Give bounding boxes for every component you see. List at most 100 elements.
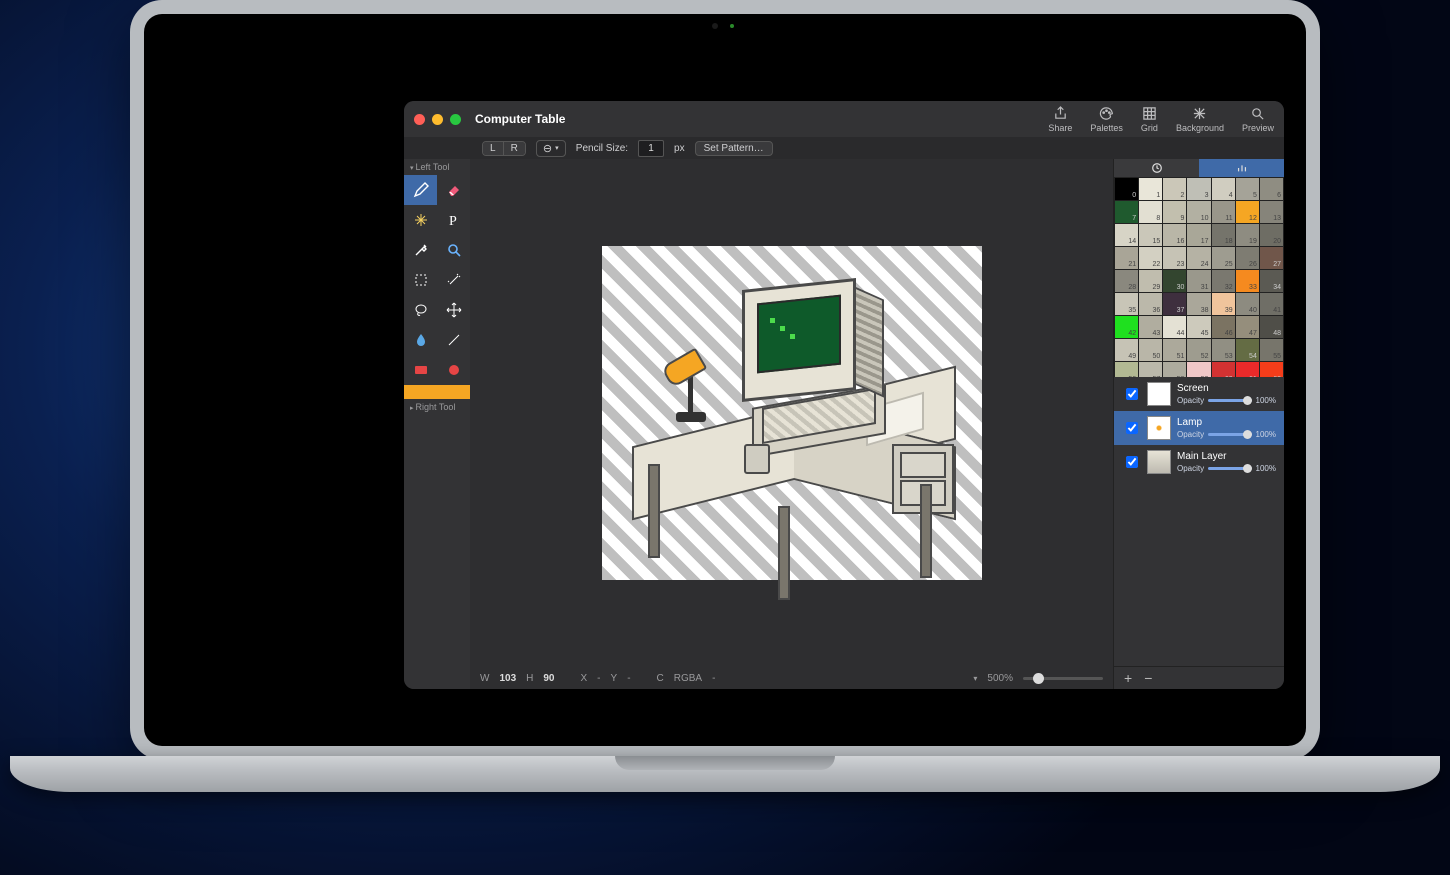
palette-swatch-20[interactable]: 20 <box>1260 224 1283 246</box>
palette-swatch-29[interactable]: 29 <box>1139 270 1162 292</box>
palette-swatch-33[interactable]: 33 <box>1236 270 1259 292</box>
opacity-slider[interactable] <box>1208 467 1251 470</box>
blur-tool[interactable] <box>404 325 437 355</box>
ellipse-tool[interactable] <box>437 355 470 385</box>
zoom-caret-icon[interactable]: ▾ <box>973 674 977 683</box>
palette-swatch-41[interactable]: 41 <box>1260 293 1283 315</box>
zoom-value[interactable]: 500% <box>987 673 1013 684</box>
palette-swatch-28[interactable]: 28 <box>1115 270 1138 292</box>
grid-button[interactable]: Grid <box>1141 106 1158 133</box>
share-button[interactable]: Share <box>1048 106 1072 133</box>
palette-swatch-31[interactable]: 31 <box>1187 270 1210 292</box>
palette-swatch-10[interactable]: 10 <box>1187 201 1210 223</box>
active-color-swatch[interactable] <box>404 385 470 399</box>
palette-swatch-30[interactable]: 30 <box>1163 270 1186 292</box>
palette-swatch-16[interactable]: 16 <box>1163 224 1186 246</box>
eyedropper-tool[interactable] <box>404 235 437 265</box>
palette-swatch-39[interactable]: 39 <box>1212 293 1235 315</box>
zoom-slider[interactable] <box>1023 677 1103 680</box>
layer-visibility-checkbox[interactable] <box>1126 422 1138 434</box>
palette-swatch-12[interactable]: 12 <box>1236 201 1259 223</box>
layer-row-1[interactable]: LampOpacity100% <box>1114 411 1284 445</box>
artboard[interactable] <box>602 246 982 580</box>
palette-swatch-58[interactable]: 58 <box>1163 362 1186 377</box>
palette-swatch-21[interactable]: 21 <box>1115 247 1138 269</box>
pencil-size-input[interactable] <box>638 140 664 157</box>
text-tool[interactable]: P <box>437 205 470 235</box>
palette-swatch-50[interactable]: 50 <box>1139 339 1162 361</box>
palette-swatch-3[interactable]: 3 <box>1187 178 1210 200</box>
palette-swatch-62[interactable]: 62 <box>1260 362 1283 377</box>
palette-swatch-8[interactable]: 8 <box>1139 201 1162 223</box>
tab-frequency[interactable] <box>1199 159 1284 177</box>
fullscreen-button[interactable] <box>450 114 461 125</box>
rect-tool[interactable] <box>404 355 437 385</box>
palette-swatch-45[interactable]: 45 <box>1187 316 1210 338</box>
palette-swatch-46[interactable]: 46 <box>1212 316 1235 338</box>
palette-swatch-35[interactable]: 35 <box>1115 293 1138 315</box>
palette-swatch-6[interactable]: 6 <box>1260 178 1283 200</box>
palette-swatch-43[interactable]: 43 <box>1139 316 1162 338</box>
palette-swatch-13[interactable]: 13 <box>1260 201 1283 223</box>
palette-swatch-22[interactable]: 22 <box>1139 247 1162 269</box>
layer-row-2[interactable]: Main LayerOpacity100% <box>1114 445 1284 479</box>
marquee-tool[interactable] <box>404 265 437 295</box>
right-tool-header[interactable]: Right Tool <box>404 399 470 415</box>
palette-swatch-7[interactable]: 7 <box>1115 201 1138 223</box>
canvas-viewport[interactable] <box>470 159 1113 667</box>
lasso-tool[interactable] <box>404 295 437 325</box>
palette-swatch-40[interactable]: 40 <box>1236 293 1259 315</box>
palette-swatch-2[interactable]: 2 <box>1163 178 1186 200</box>
remove-layer-button[interactable]: − <box>1144 670 1152 686</box>
palette-swatch-60[interactable]: 60 <box>1212 362 1235 377</box>
minimize-button[interactable] <box>432 114 443 125</box>
palette-swatch-0[interactable]: 0 <box>1115 178 1138 200</box>
palette-swatch-4[interactable]: 4 <box>1212 178 1235 200</box>
palette-swatch-36[interactable]: 36 <box>1139 293 1162 315</box>
palette-swatch-14[interactable]: 14 <box>1115 224 1138 246</box>
palette-swatch-56[interactable]: 56 <box>1115 362 1138 377</box>
palette-swatch-42[interactable]: 42 <box>1115 316 1138 338</box>
palette-swatch-25[interactable]: 25 <box>1212 247 1235 269</box>
palette-swatch-44[interactable]: 44 <box>1163 316 1186 338</box>
left-tool-header[interactable]: Left Tool <box>404 159 470 175</box>
background-button[interactable]: Background <box>1176 106 1224 133</box>
palette-swatch-5[interactable]: 5 <box>1236 178 1259 200</box>
palette-swatch-55[interactable]: 55 <box>1260 339 1283 361</box>
seg-left[interactable]: L <box>483 142 504 155</box>
opacity-slider[interactable] <box>1208 433 1251 436</box>
palette-swatch-9[interactable]: 9 <box>1163 201 1186 223</box>
layer-row-0[interactable]: ScreenOpacity100% <box>1114 377 1284 411</box>
palette-swatch-51[interactable]: 51 <box>1163 339 1186 361</box>
palette-swatch-48[interactable]: 48 <box>1260 316 1283 338</box>
set-pattern-button[interactable]: Set Pattern… <box>695 141 773 156</box>
palette-swatch-32[interactable]: 32 <box>1212 270 1235 292</box>
zoom-tool[interactable] <box>437 235 470 265</box>
palette-swatch-15[interactable]: 15 <box>1139 224 1162 246</box>
palette-swatch-17[interactable]: 17 <box>1187 224 1210 246</box>
palette-swatch-53[interactable]: 53 <box>1212 339 1235 361</box>
brush-shape-dropdown[interactable] <box>536 140 566 157</box>
palette-swatch-54[interactable]: 54 <box>1236 339 1259 361</box>
palette-swatch-27[interactable]: 27 <box>1260 247 1283 269</box>
palette-swatch-57[interactable]: 57 <box>1139 362 1162 377</box>
eraser-tool[interactable] <box>437 175 470 205</box>
highlight-tool[interactable] <box>404 205 437 235</box>
add-layer-button[interactable]: + <box>1124 670 1132 686</box>
palette-swatch-11[interactable]: 11 <box>1212 201 1235 223</box>
palette-swatch-19[interactable]: 19 <box>1236 224 1259 246</box>
palette-swatch-61[interactable]: 61 <box>1236 362 1259 377</box>
palette-swatch-38[interactable]: 38 <box>1187 293 1210 315</box>
seg-right[interactable]: R <box>504 142 525 155</box>
palette-swatch-59[interactable]: 59 <box>1187 362 1210 377</box>
wand-tool[interactable] <box>437 265 470 295</box>
palette-swatch-37[interactable]: 37 <box>1163 293 1186 315</box>
tab-recent[interactable] <box>1114 159 1199 177</box>
palette-swatch-49[interactable]: 49 <box>1115 339 1138 361</box>
opacity-slider[interactable] <box>1208 399 1251 402</box>
pencil-tool[interactable] <box>404 175 437 205</box>
palette-swatch-18[interactable]: 18 <box>1212 224 1235 246</box>
palettes-button[interactable]: Palettes <box>1090 106 1123 133</box>
move-tool[interactable] <box>437 295 470 325</box>
preview-button[interactable]: Preview <box>1242 106 1274 133</box>
